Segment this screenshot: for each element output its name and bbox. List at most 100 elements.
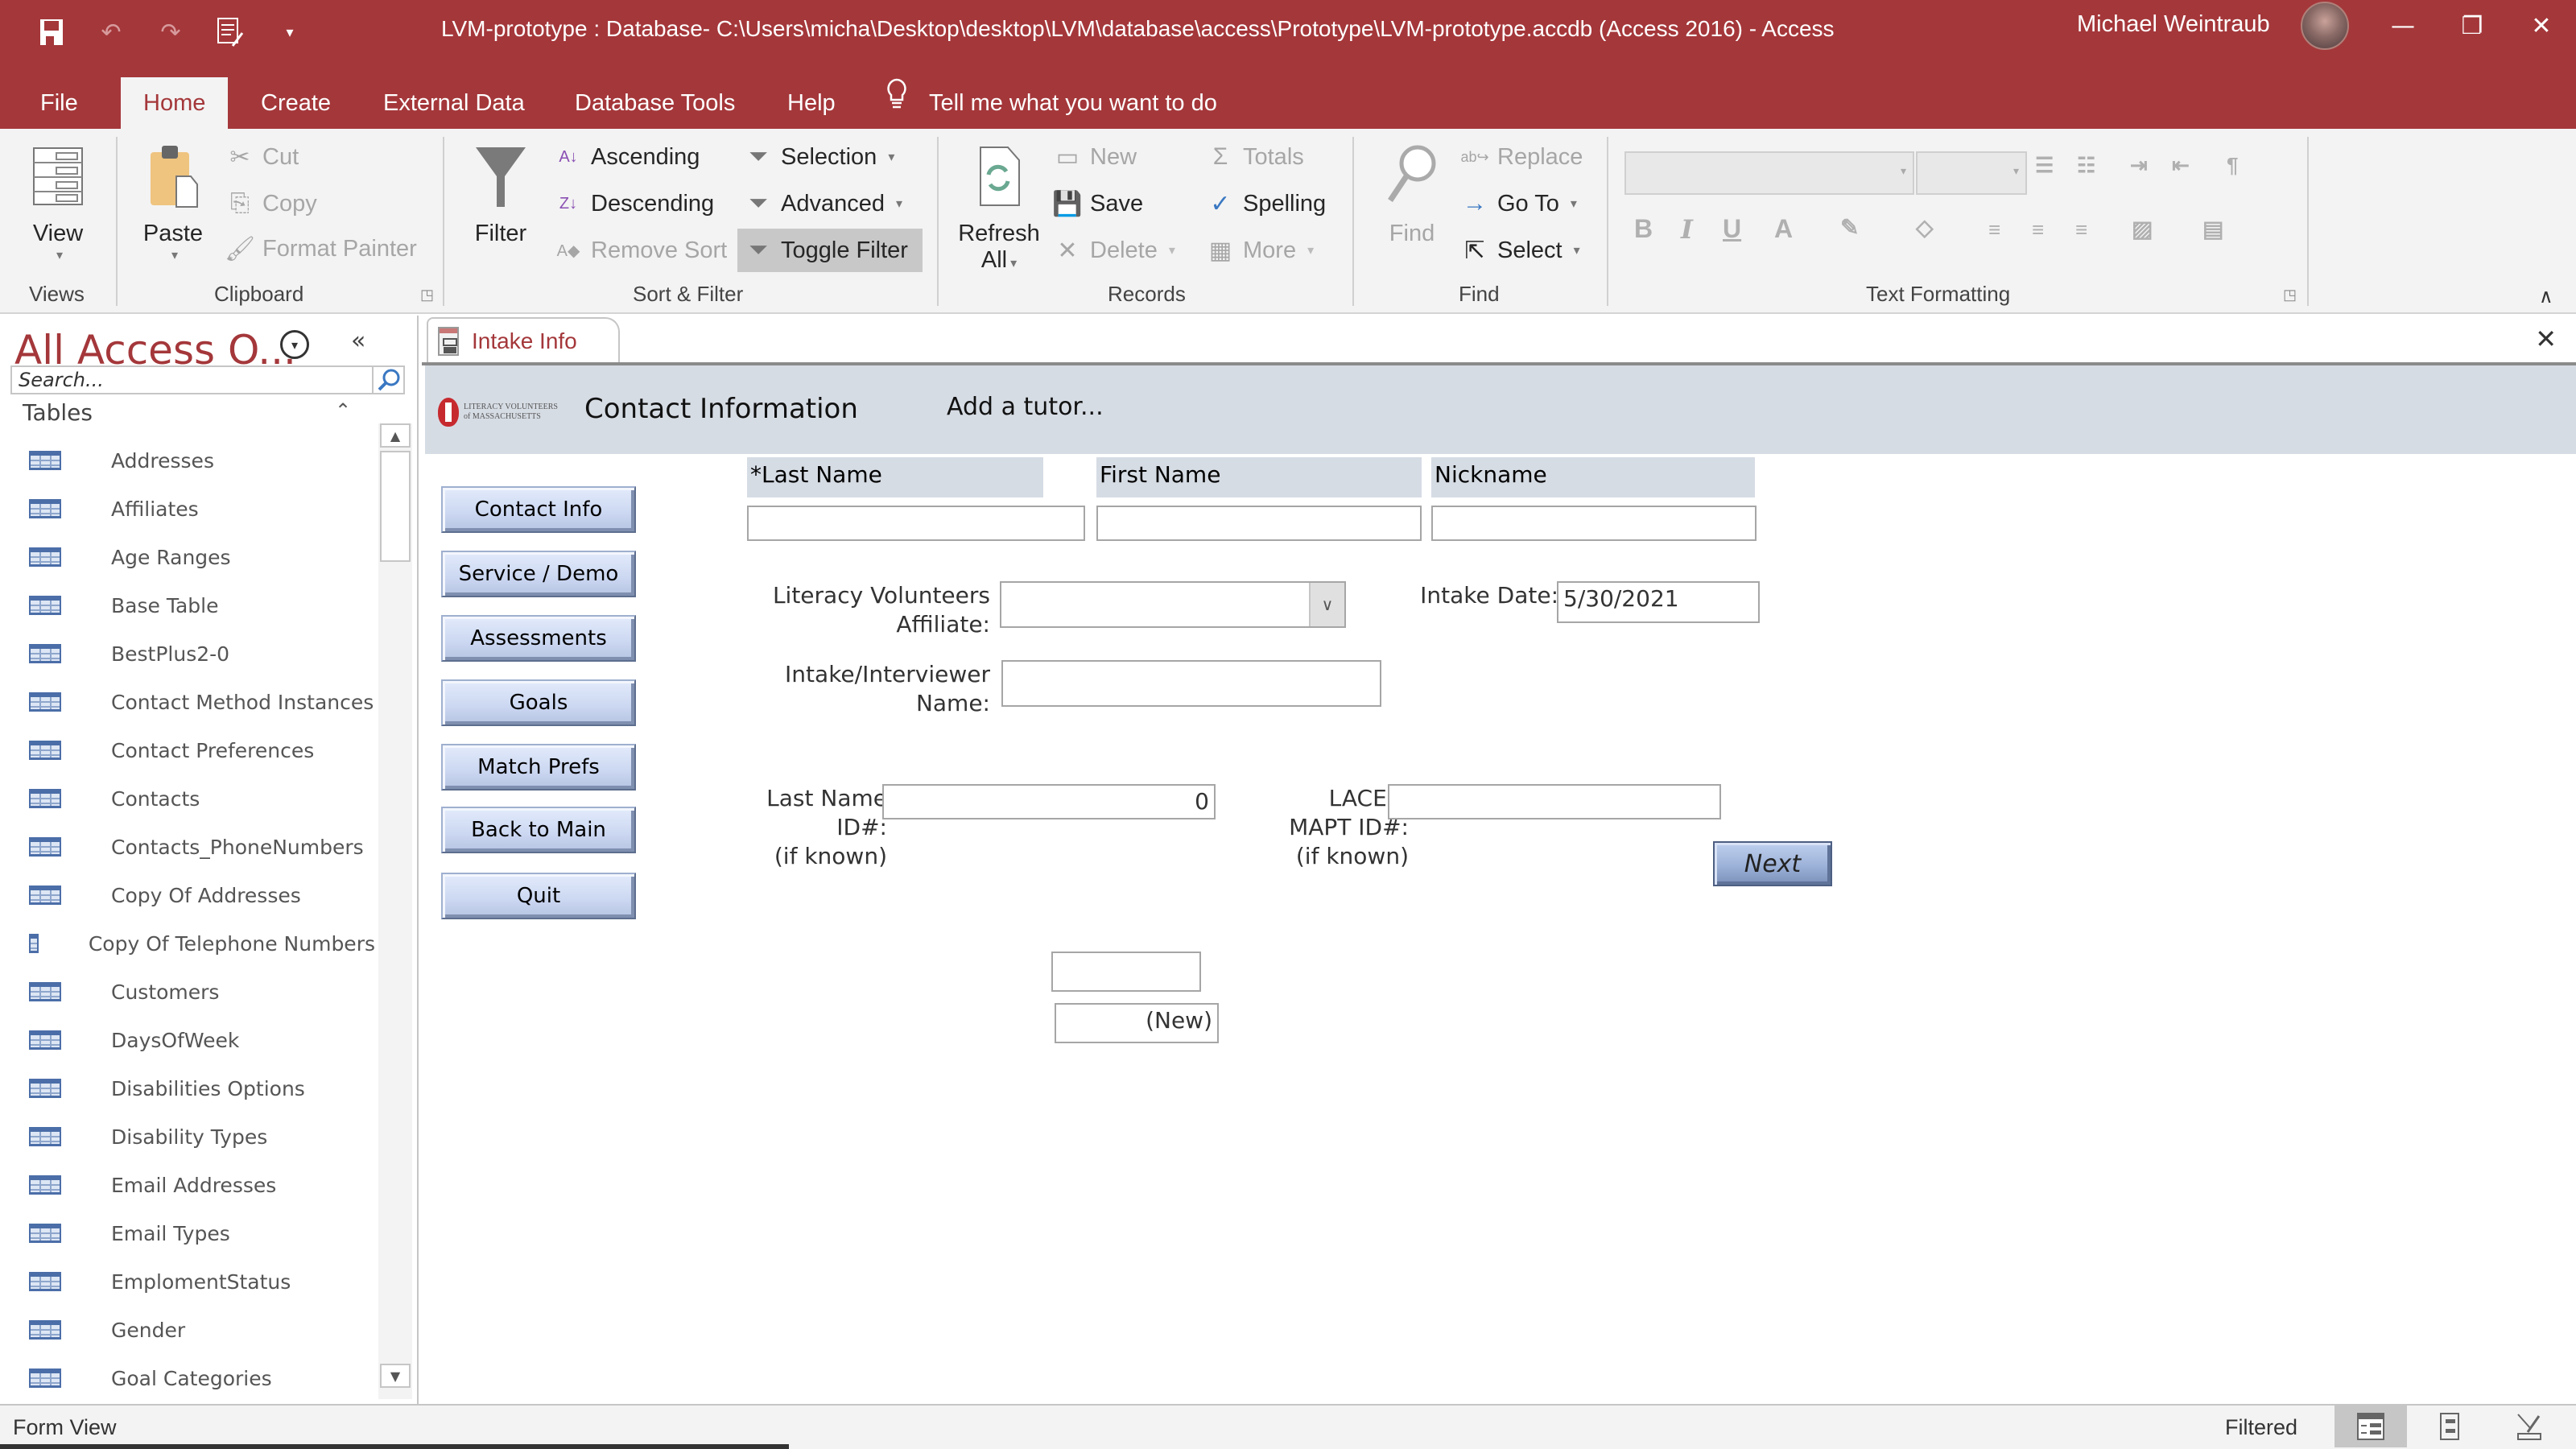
- nav-item-contacts[interactable]: Contacts: [0, 774, 375, 823]
- nav-item-contact-method-instances[interactable]: Contact Method Instances: [0, 678, 375, 726]
- format-painter-button[interactable]: 🖌 Format Painter: [219, 227, 423, 270]
- align-right-icon[interactable]: ≡: [2075, 217, 2087, 242]
- goals-button[interactable]: Goals: [441, 679, 636, 726]
- search-icon[interactable]: [372, 367, 404, 393]
- descending-button[interactable]: Z↓ Descending: [547, 182, 720, 225]
- numbering-icon[interactable]: ☷: [2077, 153, 2095, 178]
- match-prefs-button[interactable]: Match Prefs: [441, 744, 636, 791]
- text-formatting-launcher-icon[interactable]: ◳: [2283, 287, 2297, 303]
- collapse-pane-icon[interactable]: «: [351, 327, 365, 355]
- ascending-button[interactable]: A↓ Ascending: [547, 135, 706, 179]
- nav-item-emplomentstatus[interactable]: EmplomentStatus: [0, 1257, 375, 1306]
- tell-me-search[interactable]: Tell me what you want to do: [886, 77, 1217, 129]
- delete-record-button[interactable]: ✕ Delete ▾: [1046, 229, 1182, 272]
- toggle-filter-button[interactable]: ⏷ Toggle Filter: [737, 229, 923, 272]
- close-document-icon[interactable]: ✕: [2535, 324, 2557, 354]
- chevron-down-icon[interactable]: ∨: [1309, 583, 1344, 626]
- redo-icon[interactable]: ↷: [155, 16, 187, 48]
- layout-view-button[interactable]: [2413, 1406, 2486, 1447]
- save-record-button[interactable]: 💾 Save: [1046, 182, 1150, 225]
- font-color-button[interactable]: A: [1774, 214, 1793, 244]
- collapse-ribbon-icon[interactable]: ∧: [2539, 285, 2553, 308]
- restore-button[interactable]: ❐: [2444, 6, 2500, 45]
- nav-item-base-table[interactable]: Base Table: [0, 581, 375, 630]
- customize-qat-icon[interactable]: ▾: [274, 16, 306, 48]
- fill-color-icon[interactable]: ◇: [1916, 214, 1934, 241]
- nav-menu-dropdown-icon[interactable]: ▾: [280, 330, 309, 359]
- nickname-field[interactable]: [1431, 506, 1757, 541]
- more-button[interactable]: ▦ More ▾: [1199, 229, 1320, 272]
- nav-item-disability-types[interactable]: Disability Types: [0, 1113, 375, 1161]
- undo-icon[interactable]: ↶: [95, 16, 127, 48]
- assessments-button[interactable]: Assessments: [441, 615, 636, 662]
- tab-file[interactable]: File: [18, 77, 101, 129]
- clipboard-launcher-icon[interactable]: ◳: [420, 287, 434, 303]
- increase-indent-icon[interactable]: ⇥: [2130, 153, 2148, 178]
- tab-create[interactable]: Create: [238, 77, 353, 129]
- spelling-button[interactable]: ✓ Spelling: [1199, 182, 1332, 225]
- scrollbar-thumb[interactable]: [380, 451, 411, 562]
- nav-item-copy-of-telephone-numbers[interactable]: Copy Of Telephone Numbers: [0, 919, 375, 968]
- selection-button[interactable]: ⏷ Selection ▾: [737, 135, 901, 179]
- nav-item-contacts-phonenumbers[interactable]: Contacts_PhoneNumbers: [0, 823, 375, 871]
- document-tab-intake-info[interactable]: Intake Info: [427, 317, 620, 364]
- bullets-icon[interactable]: ☰: [2035, 153, 2054, 178]
- nav-item-copy-of-addresses[interactable]: Copy Of Addresses: [0, 871, 375, 919]
- tab-help[interactable]: Help: [765, 77, 858, 129]
- remove-sort-button[interactable]: A◆ Remove Sort: [547, 229, 733, 272]
- bold-button[interactable]: B: [1634, 214, 1653, 244]
- view-button[interactable]: View ▾: [24, 140, 92, 263]
- nav-item-gender[interactable]: Gender: [0, 1306, 375, 1354]
- intake-date-field[interactable]: 5/30/2021: [1557, 581, 1760, 623]
- minimize-button[interactable]: —: [2375, 6, 2431, 45]
- user-name[interactable]: Michael Weintraub: [2077, 11, 2270, 38]
- replace-button[interactable]: ab↪ Replace: [1454, 135, 1589, 179]
- copy-button[interactable]: ⎘ Copy: [219, 182, 324, 225]
- collapse-section-icon[interactable]: ⌃: [335, 399, 351, 422]
- nav-item-age-ranges[interactable]: Age Ranges: [0, 533, 375, 581]
- paste-button[interactable]: Paste ▾: [137, 140, 209, 263]
- next-button[interactable]: Next: [1713, 841, 1832, 886]
- font-size-dropdown[interactable]: ▾: [1916, 151, 2027, 195]
- find-button[interactable]: Find: [1381, 140, 1443, 247]
- align-left-icon[interactable]: ≡: [1988, 217, 2000, 242]
- nav-item-daysofweek[interactable]: DaysOfWeek: [0, 1016, 375, 1064]
- quit-button[interactable]: Quit: [441, 873, 636, 919]
- record-id-field[interactable]: (New): [1055, 1003, 1219, 1043]
- scroll-down-icon[interactable]: ▼: [380, 1364, 411, 1388]
- nav-item-goal-categories[interactable]: Goal Categories: [0, 1354, 375, 1402]
- affiliate-combobox[interactable]: [1000, 581, 1346, 628]
- tab-database-tools[interactable]: Database Tools: [552, 77, 758, 129]
- avatar[interactable]: [2301, 2, 2349, 50]
- gridlines-icon[interactable]: ▨: [2132, 216, 2153, 242]
- form-view-button[interactable]: [2334, 1406, 2407, 1447]
- advanced-button[interactable]: ⏷ Advanced ▾: [737, 182, 909, 225]
- filter-button[interactable]: Filter: [467, 140, 535, 247]
- scroll-up-icon[interactable]: ▲: [380, 423, 411, 448]
- form-view-icon[interactable]: [214, 16, 246, 48]
- contact-info-button[interactable]: Contact Info: [441, 486, 636, 533]
- nav-section-tables[interactable]: Tables: [23, 399, 93, 426]
- paragraph-direction-icon[interactable]: ¶: [2227, 153, 2238, 178]
- alternate-row-color-icon[interactable]: ▤: [2202, 216, 2223, 242]
- new-record-button[interactable]: ▭ New: [1046, 135, 1143, 179]
- nav-item-affiliates[interactable]: Affiliates: [0, 485, 375, 533]
- back-to-main-button[interactable]: Back to Main: [441, 807, 636, 853]
- nav-search-input[interactable]: [10, 365, 405, 394]
- design-view-button[interactable]: [2492, 1406, 2565, 1447]
- nav-item-contact-preferences[interactable]: Contact Preferences: [0, 726, 375, 774]
- refresh-all-button[interactable]: Refresh All ▾: [955, 140, 1043, 274]
- decrease-indent-icon[interactable]: ⇤: [2172, 153, 2190, 178]
- cut-button[interactable]: ✂ Cut: [219, 135, 305, 179]
- last-name-id-field[interactable]: 0: [882, 784, 1216, 819]
- underline-button[interactable]: U: [1723, 214, 1741, 244]
- font-name-dropdown[interactable]: ▾: [1624, 151, 1914, 195]
- last-name-field[interactable]: [747, 506, 1085, 541]
- nav-scrollbar[interactable]: ▲ ▼: [378, 423, 412, 1399]
- first-name-field[interactable]: [1096, 506, 1422, 541]
- tab-external-data[interactable]: External Data: [361, 77, 547, 129]
- interviewer-name-field[interactable]: [1001, 660, 1381, 707]
- tab-home[interactable]: Home: [121, 77, 229, 129]
- service-demo-button[interactable]: Service / Demo: [441, 551, 636, 597]
- unlabeled-field[interactable]: [1051, 952, 1201, 992]
